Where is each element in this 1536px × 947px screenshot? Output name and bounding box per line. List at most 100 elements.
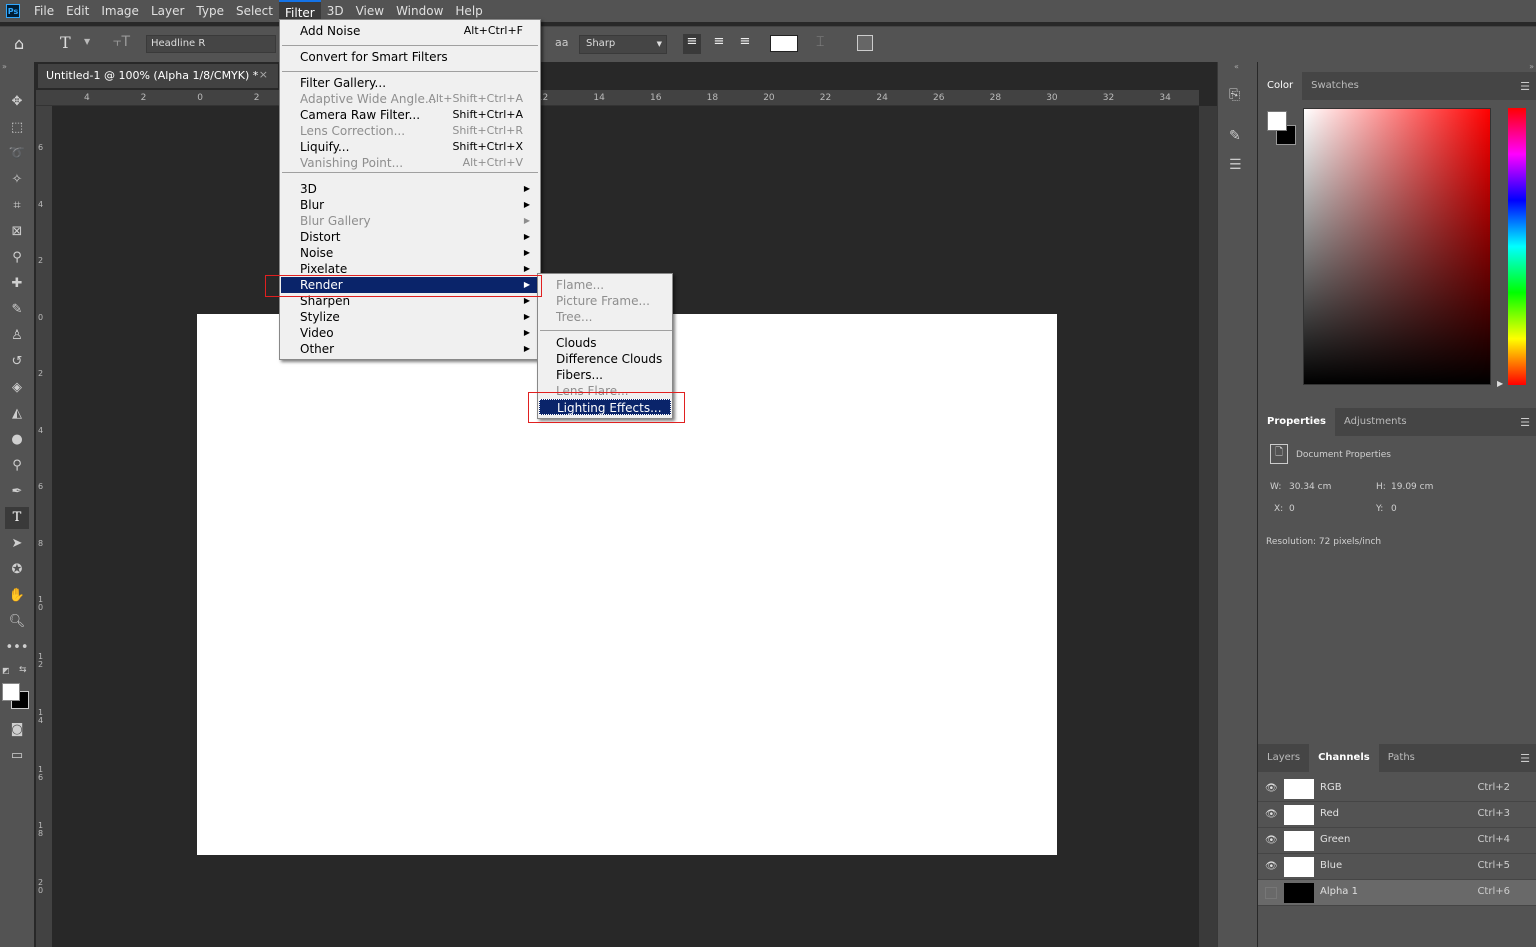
home-icon[interactable]: ⌂ bbox=[14, 34, 24, 53]
channel-row[interactable]: 👁︎ Red Ctrl+3 bbox=[1258, 802, 1536, 828]
menu-edit[interactable]: Edit bbox=[60, 0, 95, 22]
x-value[interactable]: 0 bbox=[1289, 504, 1295, 514]
align-center-icon[interactable]: ≡ bbox=[710, 34, 728, 54]
height-value[interactable]: 19.09 cm bbox=[1391, 482, 1433, 492]
tab-paths[interactable]: Paths bbox=[1379, 744, 1424, 772]
foreground-color-swatch[interactable] bbox=[1267, 111, 1287, 131]
collapse-arrows-icon[interactable]: » bbox=[1529, 62, 1534, 71]
history-brush-tool-icon[interactable]: ↺ bbox=[5, 351, 29, 373]
ruler-h-label: 18 bbox=[706, 93, 719, 103]
font-family-field[interactable]: Headline R bbox=[146, 35, 276, 53]
quick-mask-icon[interactable]: ◙ bbox=[5, 719, 29, 741]
text-color-swatch[interactable] bbox=[770, 35, 798, 52]
filter-menu-item-stylize[interactable]: Stylize ▶ bbox=[281, 309, 539, 325]
y-value[interactable]: 0 bbox=[1391, 504, 1397, 514]
channel-row[interactable]: 👁︎ Green Ctrl+4 bbox=[1258, 828, 1536, 854]
path-selection-tool-icon[interactable]: ➤ bbox=[5, 533, 29, 555]
zoom-tool-icon[interactable]: 🔍︎ bbox=[5, 611, 29, 633]
panel-menu-icon[interactable]: ☰ bbox=[1520, 752, 1530, 765]
eyedropper-tool-icon[interactable]: ⚲ bbox=[5, 247, 29, 269]
channel-row[interactable]: 👁︎ Blue Ctrl+5 bbox=[1258, 854, 1536, 880]
clone-stamp-tool-icon[interactable]: ♙ bbox=[5, 325, 29, 347]
tab-channels[interactable]: Channels bbox=[1309, 744, 1379, 772]
tab-properties[interactable]: Properties bbox=[1258, 408, 1335, 436]
marquee-tool-icon[interactable]: ⬚ bbox=[5, 117, 29, 139]
expand-arrows-icon[interactable]: » bbox=[2, 62, 7, 71]
vertical-scrollbar[interactable] bbox=[1199, 106, 1217, 947]
warp-text-icon[interactable]: ⌶ bbox=[816, 34, 824, 50]
tab-swatches[interactable]: Swatches bbox=[1302, 72, 1368, 100]
dodge-tool-icon[interactable]: ⚲ bbox=[5, 455, 29, 477]
brush-settings-icon[interactable]: ✎ bbox=[1229, 128, 1241, 144]
history-panel-icon[interactable]: ⎘ bbox=[1229, 87, 1240, 103]
filter-menu-item-liquify[interactable]: Liquify... Shift+Ctrl+X bbox=[281, 139, 539, 155]
visibility-eye-icon[interactable]: 👁︎ bbox=[1265, 861, 1278, 872]
filter-menu-item-distort[interactable]: Distort ▶ bbox=[281, 229, 539, 245]
visibility-eye-icon[interactable]: 👁︎ bbox=[1265, 809, 1278, 820]
chevron-down-icon[interactable]: ▼ bbox=[84, 37, 90, 46]
screen-mode-icon[interactable]: ▭ bbox=[5, 745, 29, 767]
filter-menu-item-video[interactable]: Video ▶ bbox=[281, 325, 539, 341]
menu-type[interactable]: Type bbox=[190, 0, 230, 22]
filter-menu-item-camera-raw-filter[interactable]: Camera Raw Filter... Shift+Ctrl+A bbox=[281, 107, 539, 123]
menu-image[interactable]: Image bbox=[95, 0, 145, 22]
visibility-eye-icon[interactable]: 👁︎ bbox=[1265, 835, 1278, 846]
close-tab-icon[interactable]: × bbox=[259, 68, 268, 81]
channel-row[interactable]: Alpha 1 Ctrl+6 bbox=[1258, 880, 1536, 906]
width-value[interactable]: 30.34 cm bbox=[1289, 482, 1331, 492]
align-right-icon[interactable]: ≡ bbox=[736, 34, 754, 54]
frame-tool-icon[interactable]: ⊠ bbox=[5, 221, 29, 243]
visibility-toggle-empty[interactable] bbox=[1265, 887, 1277, 899]
filter-menu-item-add-noise[interactable]: Add Noise Alt+Ctrl+F bbox=[281, 23, 539, 39]
brush-tool-icon[interactable]: ✎ bbox=[5, 299, 29, 321]
paint-bucket-tool-icon[interactable]: ◭ bbox=[5, 403, 29, 425]
collapse-arrows-icon[interactable]: « bbox=[1234, 62, 1239, 71]
menu-item-label: Blur Gallery bbox=[300, 214, 371, 228]
more-tools-icon[interactable]: ••• bbox=[5, 637, 29, 659]
lasso-tool-icon[interactable]: ➰ bbox=[5, 143, 29, 165]
magic-wand-tool-icon[interactable]: ✧ bbox=[5, 169, 29, 191]
render-submenu-item-difference-clouds[interactable]: Difference Clouds bbox=[539, 351, 671, 367]
filter-menu-item-blur[interactable]: Blur ▶ bbox=[281, 197, 539, 213]
document-tab[interactable]: Untitled-1 @ 100% (Alpha 1/8/CMYK) * × bbox=[38, 64, 278, 88]
tab-color[interactable]: Color bbox=[1258, 72, 1303, 100]
filter-menu-item-other[interactable]: Other ▶ bbox=[281, 341, 539, 357]
adjustments-sliders-icon[interactable]: ☰ bbox=[1229, 157, 1242, 173]
render-submenu-item-fibers[interactable]: Fibers... bbox=[539, 367, 671, 383]
antialias-select[interactable]: Sharp ▼ bbox=[579, 35, 667, 54]
color-field-picker[interactable] bbox=[1303, 108, 1491, 385]
hand-tool-icon[interactable]: ✋ bbox=[5, 585, 29, 607]
orientation-toggle-icon[interactable]: ⫟T bbox=[113, 34, 130, 50]
custom-shape-tool-icon[interactable]: ✪ bbox=[5, 559, 29, 581]
panel-menu-icon[interactable]: ☰ bbox=[1520, 416, 1530, 429]
tab-adjustments[interactable]: Adjustments bbox=[1335, 408, 1416, 436]
filter-menu-item-noise[interactable]: Noise ▶ bbox=[281, 245, 539, 261]
filter-menu-item-convert-for-smart-filters[interactable]: Convert for Smart Filters bbox=[281, 49, 539, 65]
filter-menu-item-filter-gallery[interactable]: Filter Gallery... bbox=[281, 75, 539, 91]
character-panel-icon[interactable] bbox=[857, 35, 873, 51]
tab-layers[interactable]: Layers bbox=[1258, 744, 1309, 772]
hue-slider-handle-icon[interactable]: ▶ bbox=[1497, 379, 1503, 388]
menu-file[interactable]: File bbox=[28, 0, 60, 22]
filter-menu-item-3d[interactable]: 3D ▶ bbox=[281, 181, 539, 197]
type-tool-icon[interactable]: T bbox=[60, 33, 71, 52]
menu-select[interactable]: Select bbox=[230, 0, 279, 22]
menu-layer[interactable]: Layer bbox=[145, 0, 190, 22]
swap-colors-icon[interactable]: ⇆ bbox=[19, 665, 27, 675]
visibility-eye-icon[interactable]: 👁︎ bbox=[1265, 783, 1278, 794]
panel-menu-icon[interactable]: ☰ bbox=[1520, 80, 1530, 93]
filter-menu-item-adaptive-wide-angle: Adaptive Wide Angle... Alt+Shift+Ctrl+A bbox=[281, 91, 539, 107]
align-left-icon[interactable]: ≡ bbox=[683, 34, 701, 54]
type-tool-icon[interactable]: T bbox=[5, 507, 29, 529]
foreground-color-swatch[interactable] bbox=[2, 683, 20, 701]
move-tool-icon[interactable]: ✥ bbox=[5, 91, 29, 113]
channel-row[interactable]: 👁︎ RGB Ctrl+2 bbox=[1258, 776, 1536, 802]
default-colors-icon[interactable]: ◩ bbox=[2, 666, 10, 675]
crop-tool-icon[interactable]: ⌗ bbox=[5, 195, 29, 217]
healing-brush-tool-icon[interactable]: ✚ bbox=[5, 273, 29, 295]
pen-tool-icon[interactable]: ✒ bbox=[5, 481, 29, 503]
blur-tool-icon[interactable]: ● bbox=[5, 429, 29, 451]
eraser-tool-icon[interactable]: ◈ bbox=[5, 377, 29, 399]
render-submenu-item-clouds[interactable]: Clouds bbox=[539, 335, 671, 351]
hue-slider[interactable] bbox=[1508, 108, 1526, 385]
